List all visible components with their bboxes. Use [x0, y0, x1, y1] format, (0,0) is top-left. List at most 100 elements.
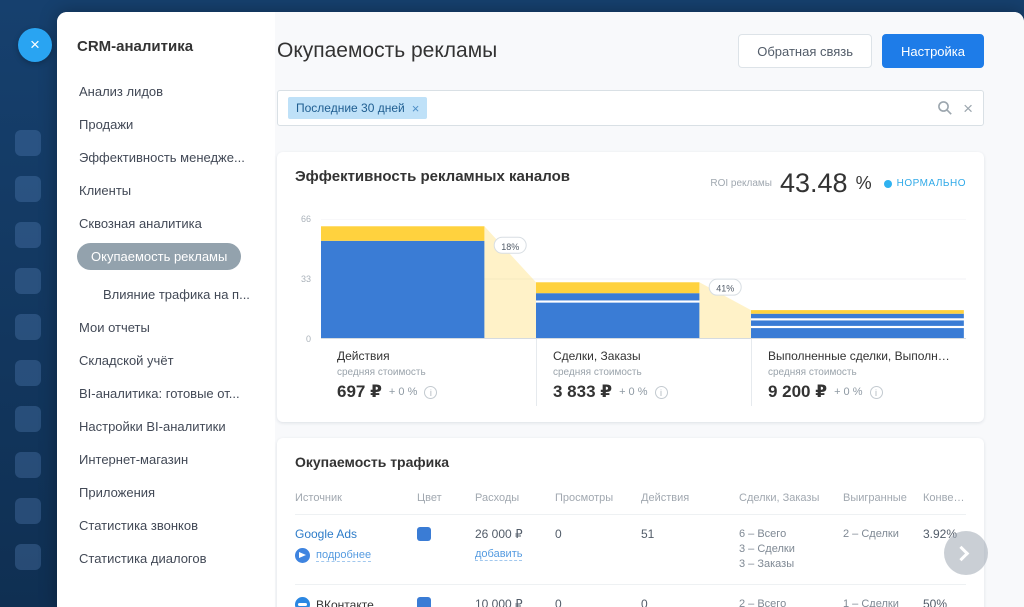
funnel-stage-actions: Действия средняя стоимость 697 ₽ + 0 % i [321, 339, 536, 406]
funnel-stage-footers: Действия средняя стоимость 697 ₽ + 0 % i… [321, 339, 966, 406]
column-conversion: Конверсия... [923, 492, 966, 504]
roi-block: ROI рекламы 43.48 % НОРМАЛЬНО [710, 168, 966, 199]
sidebar-item-manager-efficiency[interactable]: Эффективность менедже... [77, 141, 273, 174]
column-expenses: Расходы [475, 492, 555, 504]
app-icon[interactable] [15, 498, 41, 524]
funnel-bars-svg: 18% 41% [321, 219, 966, 339]
sidebar-item-sales[interactable]: Продажи [77, 108, 273, 141]
settings-button[interactable]: Настройка [882, 34, 984, 68]
deals-cell: 6 – Всего 3 – Сделки 3 – Заказы [739, 527, 843, 572]
column-actions: Действия [641, 492, 739, 504]
chevron-right-icon [954, 545, 970, 561]
add-expenses-link[interactable]: добавить [475, 548, 522, 561]
app-icon[interactable] [15, 176, 41, 202]
stage-value: 3 833 ₽ [553, 382, 612, 402]
left-app-rail [0, 0, 57, 607]
sidebar-item-my-reports[interactable]: Мои отчеты [77, 311, 273, 344]
filter-chip-label: Последние 30 дней [296, 101, 405, 115]
column-source: Источник [295, 492, 417, 504]
source-cell: ВКонтакте [295, 597, 417, 607]
table-row-vkontakte: ВКонтакте 10 000 ₽ добавить 0 0 [295, 585, 966, 607]
stage-cost-label: средняя стоимость [553, 367, 741, 378]
deals-orders: 3 – Заказы [739, 557, 843, 572]
app-icon[interactable] [15, 406, 41, 432]
sidebar-item-dialog-stats[interactable]: Статистика диалогов [77, 542, 273, 575]
filter-chip[interactable]: Последние 30 дней × [288, 97, 427, 119]
vkontakte-icon [295, 597, 310, 607]
app-icon[interactable] [15, 222, 41, 248]
status-dot-icon [884, 180, 892, 188]
sidebar-item-call-stats[interactable]: Статистика звонков [77, 509, 273, 542]
stage-label: Выполненные сделки, Выполненные заказы [768, 349, 956, 363]
stage-value: 697 ₽ [337, 382, 382, 402]
header-actions: Обратная связь Настройка [738, 34, 984, 68]
won-cell: 2 – Сделки [843, 527, 923, 542]
expenses-value: 10 000 ₽ [475, 597, 523, 607]
column-won: Выигранные [843, 492, 923, 504]
deals-deals: 3 – Сделки [739, 542, 843, 557]
funnel-stage-deals: Сделки, Заказы средняя стоимость 3 833 ₽… [536, 339, 751, 406]
app-icon[interactable] [15, 544, 41, 570]
app-icon[interactable] [15, 130, 41, 156]
actions-cell: 51 [641, 527, 739, 541]
vkontakte-label[interactable]: ВКонтакте [316, 598, 374, 607]
crm-analytics-sidebar: CRM-аналитика Анализ лидов Продажи Эффек… [57, 12, 275, 607]
source-cell: Google Ads подробнее [295, 527, 417, 563]
google-ads-link[interactable]: Google Ads [295, 527, 357, 541]
filter-chip-remove-icon[interactable]: × [412, 102, 420, 115]
stage-delta: + 0 % [834, 386, 862, 398]
funnel-card: Эффективность рекламных каналов ROI рекл… [277, 152, 984, 422]
crm-analytics-panel: CRM-аналитика Анализ лидов Продажи Эффек… [57, 12, 1024, 607]
details-link[interactable]: подробнее [316, 549, 371, 562]
deals-cell: 2 – Всего 1 – Сделки 1 – Заказы [739, 597, 843, 607]
color-cell [417, 597, 475, 607]
color-swatch [417, 597, 431, 607]
page-title: Окупаемость рекламы [277, 39, 497, 63]
app-icon[interactable] [15, 360, 41, 386]
sidebar-item-warehouse[interactable]: Складской учёт [77, 344, 273, 377]
app-icon[interactable] [15, 314, 41, 340]
close-slider-button[interactable]: × [18, 28, 52, 62]
traffic-payback-card: Окупаемость трафика Источник Цвет Расход… [277, 438, 984, 607]
scroll-right-button[interactable] [944, 531, 988, 575]
deals-total: 6 – Всего [739, 527, 843, 542]
won-cell: 1 – Сделки [843, 597, 923, 607]
info-icon[interactable]: i [655, 386, 668, 399]
filter-clear-icon[interactable]: × [963, 100, 973, 117]
stage-cost-label: средняя стоимость [337, 367, 526, 378]
column-color: Цвет [417, 492, 475, 504]
sidebar-item-traffic-influence[interactable]: Влияние трафика на п... [77, 278, 273, 311]
sidebar-item-bi-settings[interactable]: Настройки BI-аналитики [77, 410, 273, 443]
color-cell [417, 527, 475, 544]
roi-status-label: НОРМАЛЬНО [897, 178, 966, 189]
svg-text:18%: 18% [501, 242, 519, 252]
info-icon[interactable]: i [870, 386, 883, 399]
main-content: Окупаемость рекламы Обратная связь Настр… [275, 12, 1024, 607]
feedback-button[interactable]: Обратная связь [738, 34, 872, 68]
sidebar-title: CRM-аналитика [77, 38, 275, 55]
sidebar-item-apps[interactable]: Приложения [77, 476, 273, 509]
app-icon[interactable] [15, 268, 41, 294]
sidebar-item-ad-payback[interactable]: Окупаемость рекламы [77, 243, 241, 270]
roi-status-badge: НОРМАЛЬНО [884, 178, 966, 189]
roi-unit: % [856, 173, 872, 194]
expenses-cell: 10 000 ₽ добавить [475, 597, 555, 607]
stage-delta: + 0 % [389, 386, 417, 398]
sidebar-item-lead-analysis[interactable]: Анализ лидов [77, 75, 273, 108]
svg-text:41%: 41% [716, 284, 734, 294]
sidebar-item-online-store[interactable]: Интернет-магазин [77, 443, 273, 476]
search-icon[interactable] [937, 100, 953, 116]
info-icon[interactable]: i [424, 386, 437, 399]
stage-cost-label: средняя стоимость [768, 367, 956, 378]
funnel-y-axis: 66 33 0 [295, 219, 315, 339]
traffic-table-header: Источник Цвет Расходы Просмотры Действия… [295, 492, 966, 515]
page-header: Окупаемость рекламы Обратная связь Настр… [277, 34, 984, 68]
filter-search-bar[interactable]: Последние 30 дней × × [277, 90, 984, 126]
funnel-stage-won-deals: Выполненные сделки, Выполненные заказы с… [751, 339, 966, 406]
y-tick: 0 [306, 334, 311, 344]
sidebar-item-end-to-end-analytics[interactable]: Сквозная аналитика [77, 207, 273, 240]
stage-value: 9 200 ₽ [768, 382, 827, 402]
app-icon[interactable] [15, 452, 41, 478]
sidebar-item-bi-ready-reports[interactable]: BI-аналитика: готовые от... [77, 377, 273, 410]
sidebar-item-clients[interactable]: Клиенты [77, 174, 273, 207]
